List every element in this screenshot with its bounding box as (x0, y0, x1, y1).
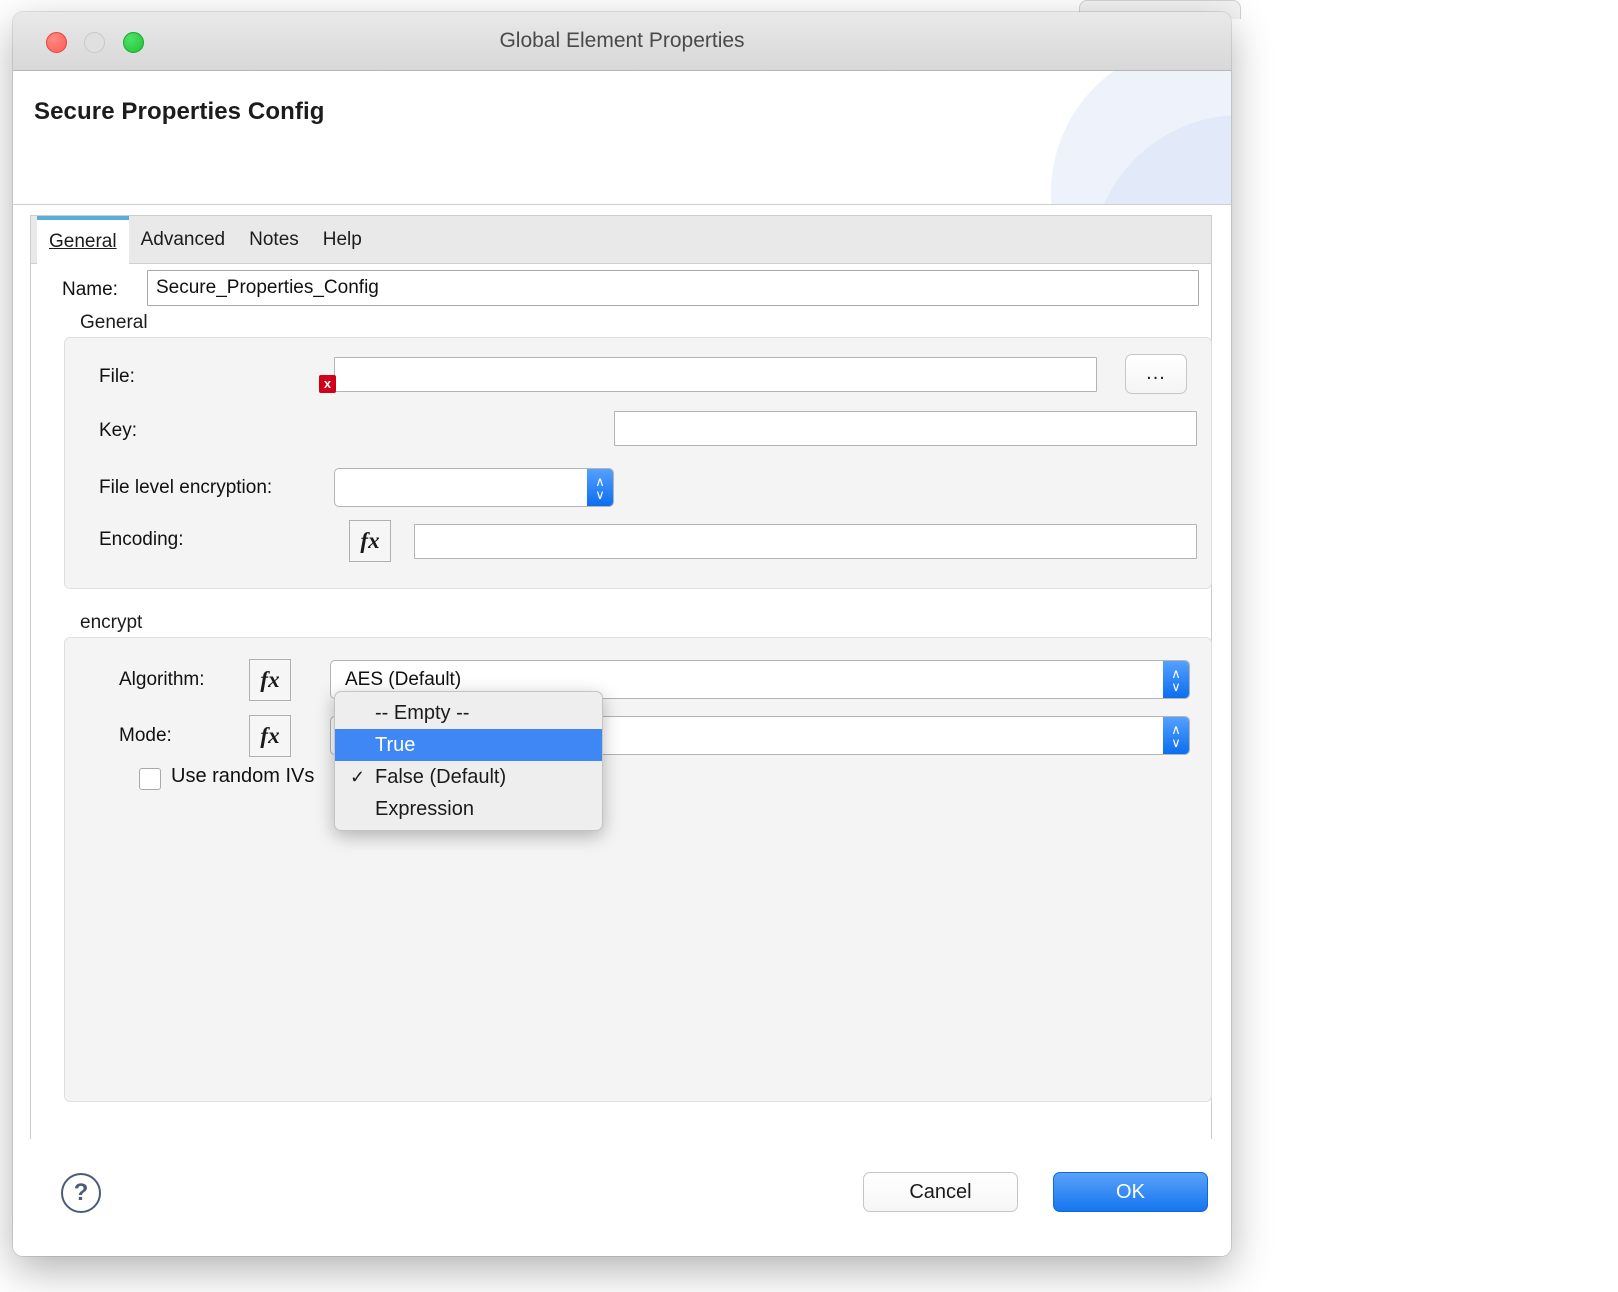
menu-item-false-default-label: False (Default) (375, 766, 506, 788)
algorithm-combo-value: AES (Default) (345, 669, 461, 690)
tab-help[interactable]: Help (311, 216, 374, 264)
name-field-label: Name: (62, 279, 118, 301)
cancel-button[interactable]: Cancel (863, 1172, 1018, 1212)
tabbed-panel: General Advanced Notes Help Name: Genera… (30, 215, 1212, 1139)
file-error-icon: x (319, 375, 336, 393)
file-level-encryption-combo[interactable]: ∧ ∨ (334, 468, 614, 507)
algorithm-field-label: Algorithm: (119, 669, 205, 691)
tab-advanced[interactable]: Advanced (129, 216, 238, 264)
menu-item-false-default[interactable]: ✓ False (Default) (335, 761, 602, 793)
tab-advanced-label: Advanced (141, 229, 226, 250)
help-button[interactable]: ? (61, 1173, 101, 1213)
menu-item-expression[interactable]: Expression (335, 793, 602, 825)
file-level-encryption-stepper-icon[interactable]: ∧ ∨ (587, 469, 613, 506)
file-level-encryption-label: File level encryption: (99, 477, 272, 499)
dialog-footer (13, 1149, 1231, 1256)
tab-strip: General Advanced Notes Help (31, 216, 1211, 264)
page-title: Secure Properties Config (34, 98, 324, 126)
dialog-body: General Advanced Notes Help Name: Genera… (13, 205, 1231, 1256)
name-input[interactable] (147, 270, 1199, 306)
tab-notes-label: Notes (249, 229, 299, 250)
menu-item-empty-label: -- Empty -- (375, 702, 469, 724)
encoding-fx-button[interactable]: fx (349, 520, 391, 562)
menu-item-expression-label: Expression (375, 798, 474, 820)
use-random-ivs-checkbox[interactable] (139, 768, 161, 790)
encoding-field-label: Encoding: (99, 529, 184, 551)
algorithm-stepper-icon[interactable]: ∧ ∨ (1163, 661, 1189, 698)
dialog-banner: Secure Properties Config (13, 71, 1231, 205)
encoding-input[interactable] (414, 524, 1197, 559)
chevron-down-icon: ∨ (587, 488, 613, 501)
tab-help-label: Help (323, 229, 362, 250)
encrypt-group-caption: encrypt (80, 612, 142, 634)
mode-stepper-icon[interactable]: ∧ ∨ (1163, 717, 1189, 754)
use-random-ivs-label: Use random IVs (171, 765, 314, 788)
key-input[interactable] (614, 411, 1197, 446)
checkmark-icon: ✓ (350, 761, 365, 793)
file-level-encryption-dropdown-menu[interactable]: -- Empty -- True ✓ False (Default) Expre… (334, 691, 603, 831)
ok-button[interactable]: OK (1053, 1172, 1208, 1212)
tab-notes[interactable]: Notes (237, 216, 311, 264)
algorithm-fx-button[interactable]: fx (249, 659, 291, 701)
file-input[interactable] (334, 357, 1097, 392)
menu-item-true[interactable]: True (335, 729, 602, 761)
menu-item-empty[interactable]: -- Empty -- (335, 697, 602, 729)
tab-general-label: General (49, 231, 117, 252)
file-browse-button[interactable]: ... (1125, 354, 1187, 394)
file-field-label: File: (99, 366, 135, 388)
chevron-down-icon: ∨ (1163, 680, 1189, 693)
window-titlebar: Global Element Properties (13, 12, 1231, 71)
general-group-caption: General (80, 312, 148, 334)
general-tab-content: Name: General File: x ... Key: File leve… (31, 264, 1211, 1139)
mode-fx-button[interactable]: fx (249, 715, 291, 757)
global-element-properties-window: Global Element Properties Secure Propert… (13, 12, 1231, 1256)
window-title: Global Element Properties (13, 12, 1231, 69)
mode-field-label: Mode: (119, 725, 172, 747)
tab-general[interactable]: General (37, 216, 129, 264)
menu-item-true-label: True (375, 734, 415, 756)
encrypt-group-box (64, 637, 1212, 1102)
key-field-label: Key: (99, 420, 137, 442)
chevron-down-icon: ∨ (1163, 736, 1189, 749)
